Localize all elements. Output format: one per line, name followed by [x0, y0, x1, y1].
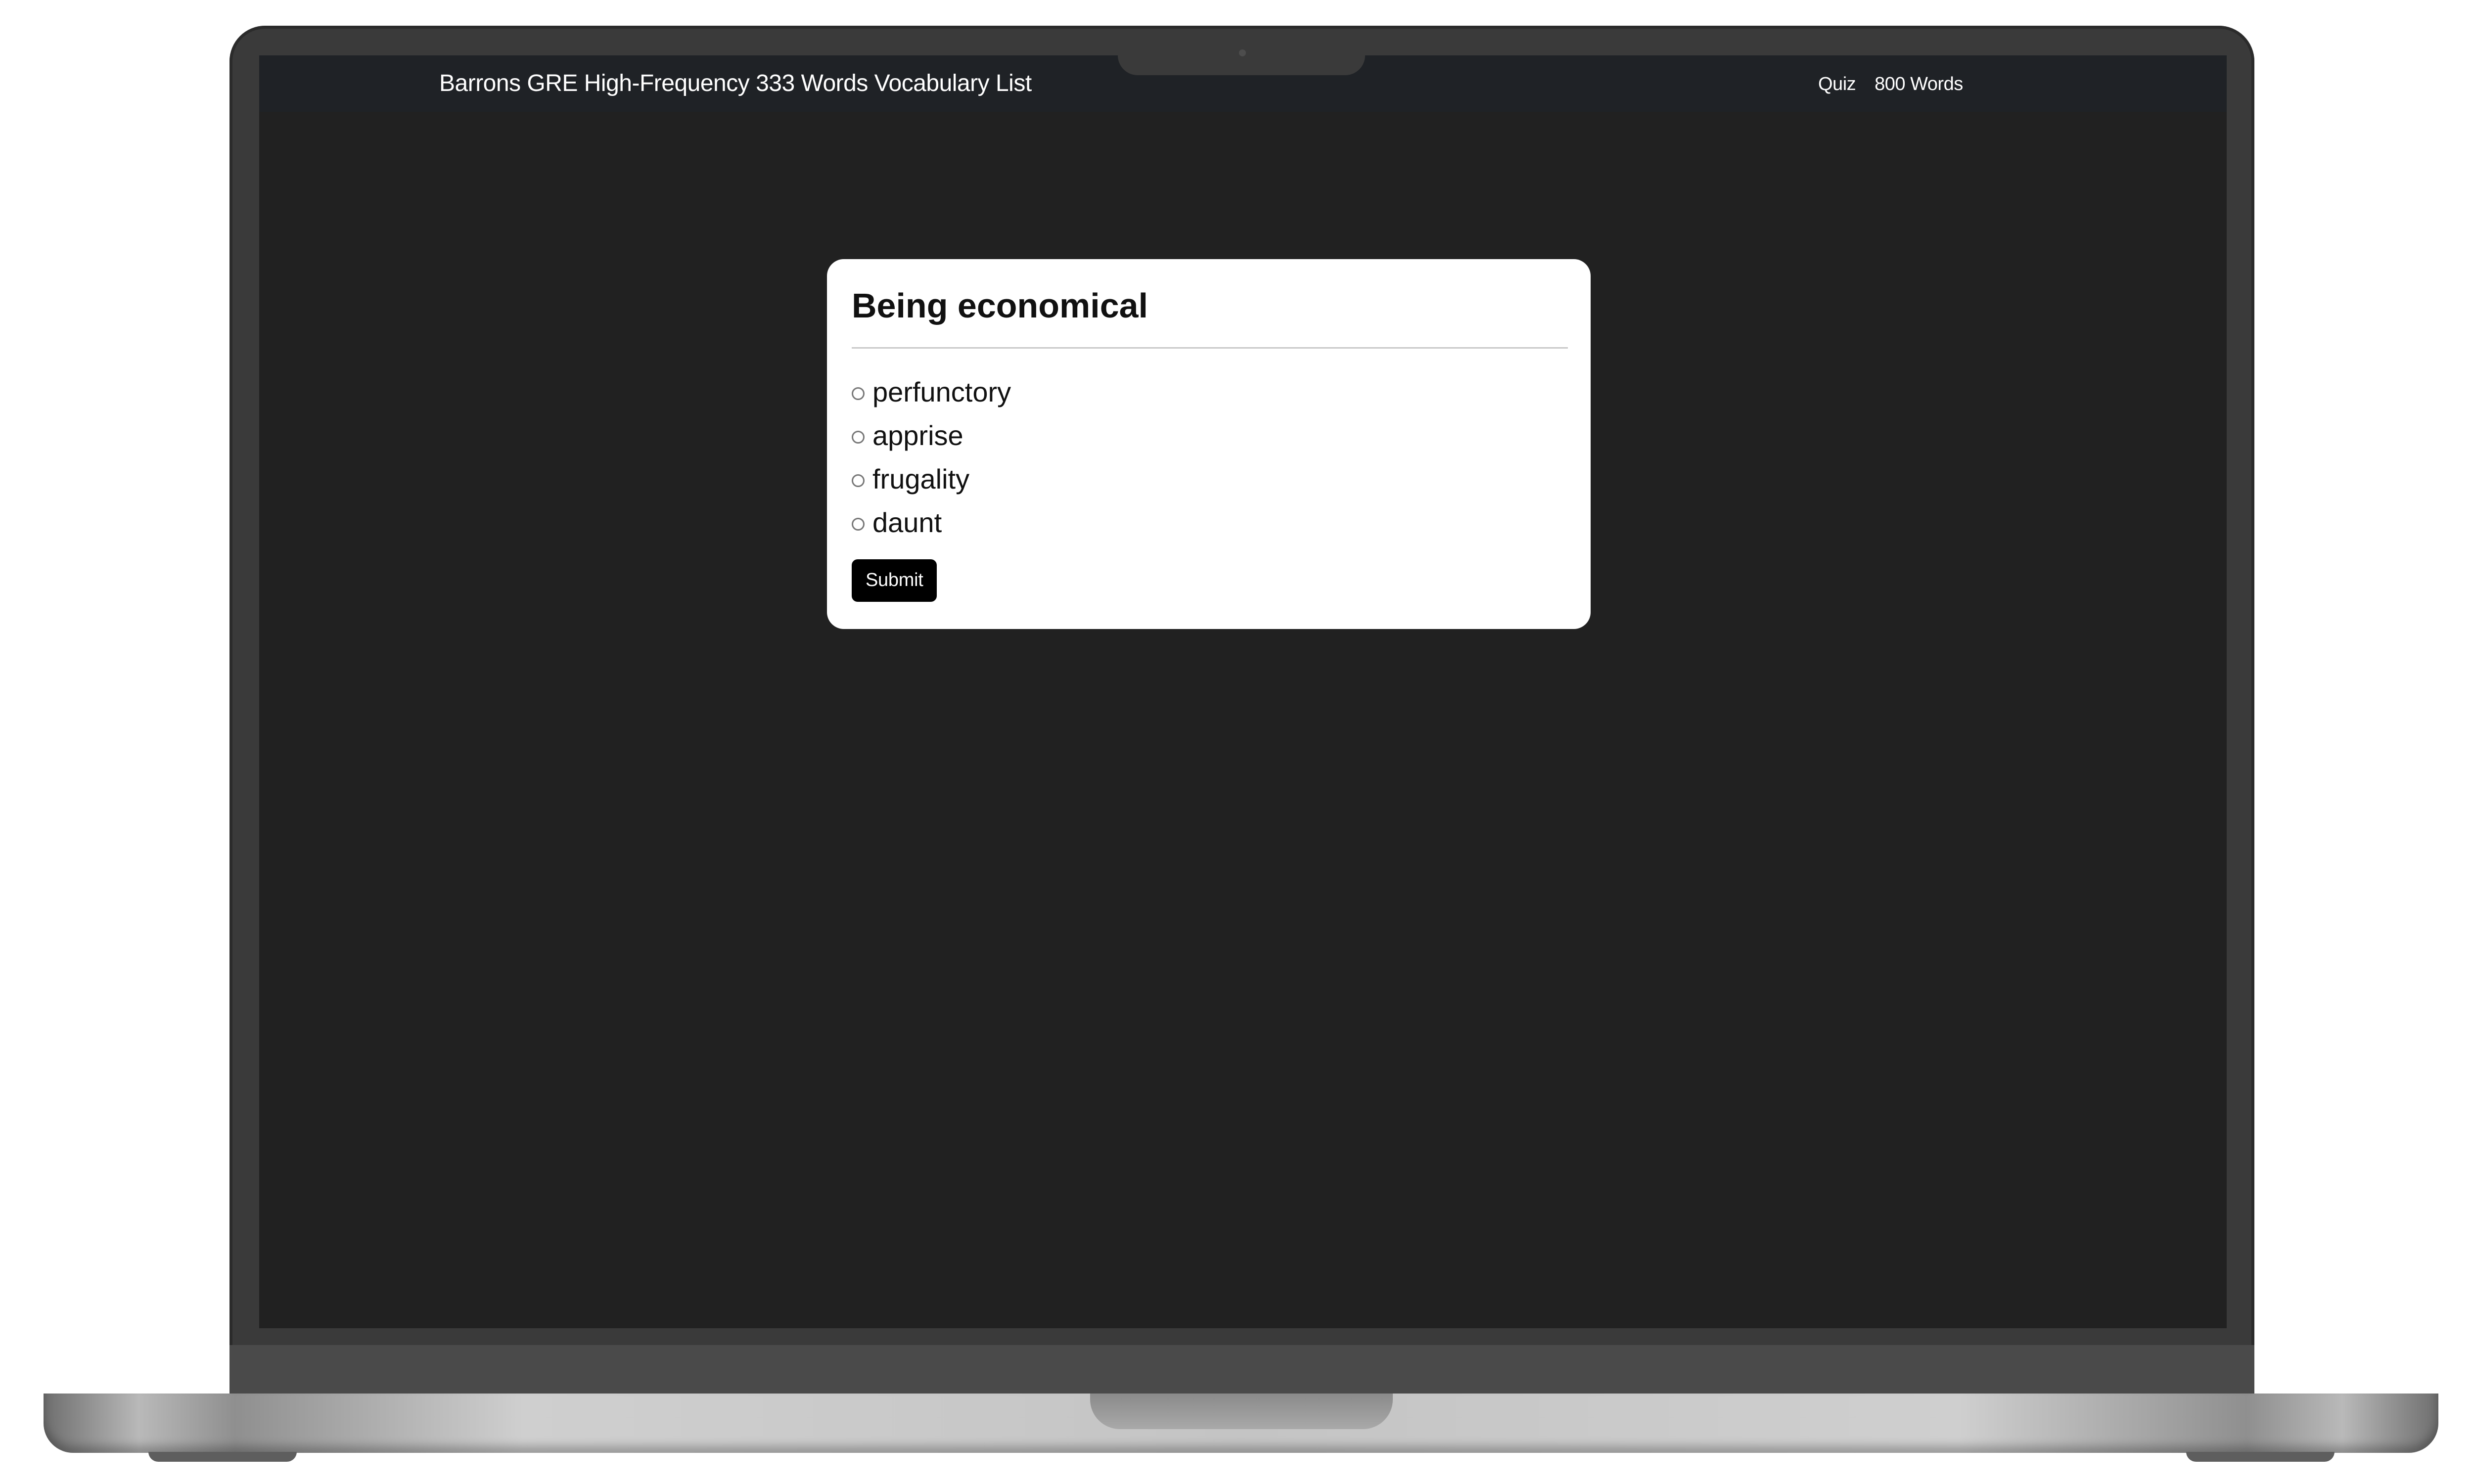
- laptop-opening-notch: [1090, 1394, 1393, 1429]
- quiz-question: Being economical: [852, 286, 1148, 325]
- divider: [852, 347, 1568, 349]
- answer-option[interactable]: apprise: [852, 414, 1568, 457]
- radio-button[interactable]: [852, 431, 865, 444]
- laptop-hinge: [229, 1345, 2254, 1394]
- quiz-card: Being economical perfunctory apprise fru…: [827, 259, 1591, 629]
- laptop-foot-right: [2186, 1452, 2335, 1462]
- answer-option[interactable]: frugality: [852, 457, 1568, 501]
- laptop-mockup: Barrons GRE High-Frequency 333 Words Voc…: [0, 0, 2473, 1484]
- answer-options: perfunctory apprise frugality daunt: [852, 370, 1568, 544]
- camera-notch: [1118, 55, 1365, 75]
- answer-option-label: frugality: [872, 463, 970, 495]
- answer-option-label: daunt: [872, 507, 942, 538]
- nav-link-800-words[interactable]: 800 Words: [1875, 73, 1963, 95]
- site-title[interactable]: Barrons GRE High-Frequency 333 Words Voc…: [439, 70, 1032, 97]
- nav-link-quiz[interactable]: Quiz: [1818, 73, 1856, 95]
- radio-button[interactable]: [852, 518, 865, 531]
- laptop-foot-left: [148, 1452, 297, 1462]
- radio-button[interactable]: [852, 387, 865, 400]
- camera-icon: [1239, 49, 1246, 56]
- answer-option-label: perfunctory: [872, 376, 1011, 407]
- screen: Barrons GRE High-Frequency 333 Words Voc…: [259, 55, 2227, 1328]
- answer-option[interactable]: perfunctory: [852, 370, 1568, 414]
- answer-option-label: apprise: [872, 420, 963, 451]
- submit-button[interactable]: Submit: [852, 559, 937, 602]
- nav-links: Quiz 800 Words: [1818, 73, 1963, 95]
- answer-option[interactable]: daunt: [852, 501, 1568, 544]
- radio-button[interactable]: [852, 474, 865, 487]
